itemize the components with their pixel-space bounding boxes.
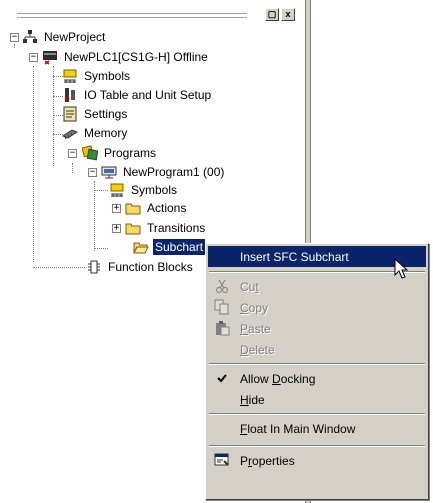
tree-node-function-blocks[interactable]: Function Blocks xyxy=(86,258,195,276)
restore-button[interactable]: ▢ xyxy=(265,8,279,21)
tree-node-label: Subchart xyxy=(153,239,206,255)
close-button[interactable]: x xyxy=(281,8,295,21)
tree-node-label: IO Table and Unit Setup xyxy=(84,88,212,102)
tree-node-label: Symbols xyxy=(84,69,131,83)
folder-icon xyxy=(125,200,141,216)
mouse-pointer-icon xyxy=(394,257,409,283)
paste-icon xyxy=(214,320,230,336)
tree-node-newproject[interactable]: NewProject xyxy=(22,28,107,46)
tree-node-programs[interactable]: Programs xyxy=(81,144,158,162)
tree-node-label: NewPLC1[CS1G-H] Offline xyxy=(64,50,208,64)
tree-connector xyxy=(33,267,85,268)
tree-node-label: NewProject xyxy=(44,30,106,44)
tree-node-settings[interactable]: Settings xyxy=(62,105,129,123)
function-blocks-icon xyxy=(86,259,102,275)
menu-item-paste[interactable]: Paste xyxy=(208,318,426,339)
menu-separator xyxy=(209,413,425,415)
tree-node-plc[interactable]: NewPLC1[CS1G-H] Offline xyxy=(42,48,210,66)
collapse-toggle[interactable]: − xyxy=(29,53,38,62)
menu-item-delete[interactable]: Delete xyxy=(208,339,426,360)
tree-node-label: Settings xyxy=(84,107,128,121)
tree-node-label: Programs xyxy=(104,146,157,160)
tree-node-label: NewProgram1 (00) xyxy=(123,165,225,179)
check-icon xyxy=(214,370,230,386)
folder-icon xyxy=(125,220,141,236)
tree-connector xyxy=(94,248,108,249)
tree-connector xyxy=(72,163,73,173)
copy-icon xyxy=(214,299,230,315)
menu-item-copy[interactable]: Copy xyxy=(208,297,426,318)
properties-icon xyxy=(214,452,230,468)
grip-line xyxy=(17,11,247,14)
plc-offline-icon xyxy=(42,49,58,65)
tree-connector xyxy=(94,181,95,251)
symbols-icon xyxy=(109,182,125,198)
tree-node-label: Memory xyxy=(84,126,128,140)
menu-item-properties[interactable]: Properties xyxy=(208,450,426,471)
scissors-icon xyxy=(214,278,230,294)
tree-node-label: Function Blocks xyxy=(108,260,193,274)
tree-node-newprogram1[interactable]: NewProgram1 (00) xyxy=(101,163,226,181)
tree-node-program-symbols[interactable]: Symbols xyxy=(109,181,179,199)
io-table-icon xyxy=(62,87,78,103)
program-icon xyxy=(101,164,117,180)
menu-item-float-in-main-window[interactable]: Float In Main Window xyxy=(208,418,426,439)
menu-separator xyxy=(209,363,425,365)
collapse-toggle[interactable]: − xyxy=(10,33,19,42)
menu-item-allow-docking[interactable]: Allow Docking xyxy=(208,368,426,389)
pane-title-bar[interactable]: ▢ x xyxy=(3,8,301,24)
collapse-toggle[interactable]: − xyxy=(68,149,77,158)
network-icon xyxy=(22,29,38,45)
tree-node-subchart[interactable]: Subchart xyxy=(133,238,206,256)
tree-node-actions[interactable]: Actions xyxy=(125,199,188,217)
expand-toggle[interactable]: + xyxy=(112,204,121,213)
tree-node-memory[interactable]: Memory xyxy=(61,124,129,142)
tree-node-symbols[interactable]: Symbols xyxy=(62,67,132,85)
tree-connector xyxy=(53,66,54,166)
tree-node-label: Actions xyxy=(147,201,187,215)
menu-item-hide[interactable]: Hide xyxy=(208,389,426,410)
tree-connector xyxy=(33,66,34,262)
tree-node-label: Transitions xyxy=(147,221,206,235)
menu-separator xyxy=(209,271,425,273)
tree-node-label: Symbols xyxy=(131,183,178,197)
programs-icon xyxy=(81,145,99,161)
folder-open-icon xyxy=(133,239,149,255)
settings-icon xyxy=(62,106,78,122)
grip-line xyxy=(17,15,247,18)
collapse-toggle[interactable]: − xyxy=(88,168,97,177)
menu-separator xyxy=(209,445,425,447)
tree-node-transitions[interactable]: Transitions xyxy=(125,219,207,237)
tree-connector xyxy=(94,190,108,191)
tree-connector xyxy=(14,44,15,48)
expand-toggle[interactable]: + xyxy=(112,224,121,233)
memory-icon xyxy=(61,125,79,141)
tree-node-io-table[interactable]: IO Table and Unit Setup xyxy=(62,86,213,104)
symbols-icon xyxy=(62,68,78,84)
